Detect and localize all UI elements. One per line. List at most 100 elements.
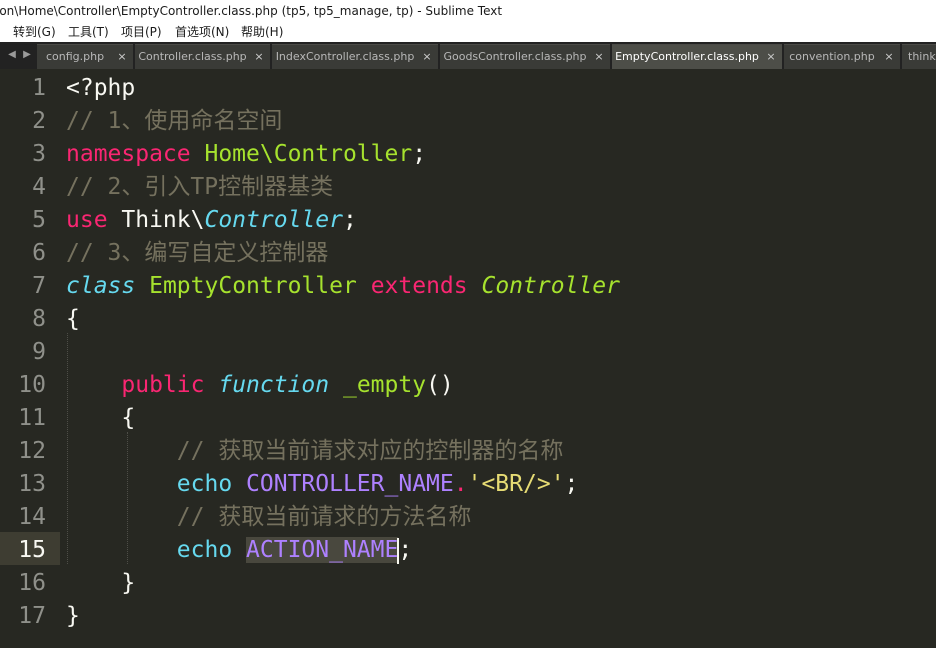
tab-config-php[interactable]: config.php × [37,44,133,69]
code-line[interactable]: echo CONTROLLER_NAME.'<BR/>'; [66,468,579,501]
code-token: Home\Controller [204,141,413,167]
tab-think[interactable]: think [902,44,936,69]
code-token: namespace [66,141,191,167]
line-number: 1 [32,75,46,101]
tab-controller-class-php[interactable]: Controller.class.php × [135,44,270,69]
code-token: ; [398,537,413,563]
line-number: 4 [32,174,46,200]
code-token: _empty [342,372,427,398]
code-token: Think\ [107,207,205,233]
code-line[interactable]: } [66,567,135,600]
code-token: { [66,405,136,431]
code-token: Controller [481,273,620,299]
tab-goodscontroller-class-php[interactable]: GoodsController.class.php × [440,44,610,69]
code-token: // 获取当前请求的方法名称 [176,504,472,530]
tab-convention-php[interactable]: convention.php × [784,44,900,69]
close-icon[interactable]: × [117,45,127,69]
code-token: } [66,603,80,629]
code-token: CONTROLLER_NAME [246,471,454,497]
close-icon[interactable]: × [594,45,604,69]
code-token: ACTION_NAME [246,537,399,563]
line-number: 14 [18,504,46,530]
tab-prev-icon[interactable]: ◀ [5,47,19,63]
code-token: '<BR/>' [467,471,565,497]
code-token: extends [370,273,468,299]
tab-emptycontroller-class-php[interactable]: EmptyController.class.php × [612,44,782,69]
close-icon[interactable]: × [254,45,264,69]
code-token: function [218,372,330,398]
tab-next-icon[interactable]: ▶ [20,47,34,63]
close-icon[interactable]: × [766,45,776,69]
line-number: 10 [18,372,46,398]
tab-label: convention.php [789,50,875,63]
tab-label: IndexController.class.php [275,50,415,63]
code-line[interactable]: // 获取当前请求的方法名称 [66,501,472,534]
code-line[interactable]: public function _empty() [66,369,454,402]
tab-label: think [908,50,936,63]
tab-bar: ◀ ▶ config.php × Controller.class.php × … [0,42,936,69]
line-number: 15 [18,537,46,563]
code-token: // 1、使用命名空间 [66,108,283,134]
line-number: 12 [18,438,46,464]
code-token: } [66,570,136,596]
tab-indexcontroller-class-php[interactable]: IndexController.class.php × [272,44,438,69]
menu-preferences[interactable]: 首选项(N) [175,22,229,42]
code-line[interactable]: // 2、引入TP控制器基类 [66,171,333,204]
code-line[interactable]: { [66,303,80,336]
code-token: public [121,372,205,398]
tab-label: EmptyController.class.php [615,50,759,63]
code-token: ; [564,471,579,497]
line-number: 5 [32,207,46,233]
code-token: echo [176,471,233,497]
tab-label: GoodsController.class.php [443,50,587,63]
code-line[interactable]: } [66,600,80,633]
window-title: ion\Home\Controller\EmptyController.clas… [0,4,503,18]
code-line[interactable]: namespace Home\Controller; [66,138,426,171]
code-line[interactable]: // 1、使用命名空间 [66,105,282,138]
code-token: { [66,306,80,332]
menu-goto[interactable]: 转到(G) [13,22,56,42]
menu-tools[interactable]: 工具(T) [68,22,109,42]
menu-project[interactable]: 项目(P) [121,22,162,42]
line-number: 6 [32,240,46,266]
tab-label: Controller.class.php [138,50,247,63]
line-number: 9 [32,339,46,365]
code-token: use [66,207,108,233]
line-number: 2 [32,108,46,134]
code-token: echo [176,537,233,563]
close-icon[interactable]: × [884,45,894,69]
close-icon[interactable]: × [422,45,432,69]
line-number: 8 [32,306,46,332]
code-token: () [426,372,454,398]
code-line[interactable]: <?php [66,72,135,105]
line-number: 3 [32,141,46,167]
code-token: // 3、编写自定义控制器 [66,240,329,266]
line-number: 16 [18,570,46,596]
code-line[interactable]: // 3、编写自定义控制器 [66,237,328,270]
menu-bar: 转到(G) 工具(T) 项目(P) 首选项(N) 帮助(H) [0,22,936,42]
code-line[interactable]: { [66,402,135,435]
code-line[interactable]: // 获取当前请求对应的控制器的名称 [66,435,564,468]
code-line[interactable]: echo ACTION_NAME; [66,534,412,567]
line-number: 7 [32,273,46,299]
line-number: 17 [18,603,46,629]
window-title-bar: ion\Home\Controller\EmptyController.clas… [0,0,936,22]
code-editor[interactable]: 1 2 3 4 5 6 7 8 9 10 11 12 13 14 15 16 17 <?php// 1、使用命名… [0,69,936,648]
line-number: 11 [18,405,46,431]
menu-help[interactable]: 帮助(H) [241,22,283,42]
code-token: // 获取当前请求对应的控制器的名称 [176,438,564,464]
code-token: class [66,273,136,299]
code-token: Controller [204,207,343,233]
code-line[interactable]: class EmptyController extends Controller [66,270,620,303]
code-line[interactable]: use Think\Controller; [66,204,357,237]
line-number: 13 [18,471,46,497]
